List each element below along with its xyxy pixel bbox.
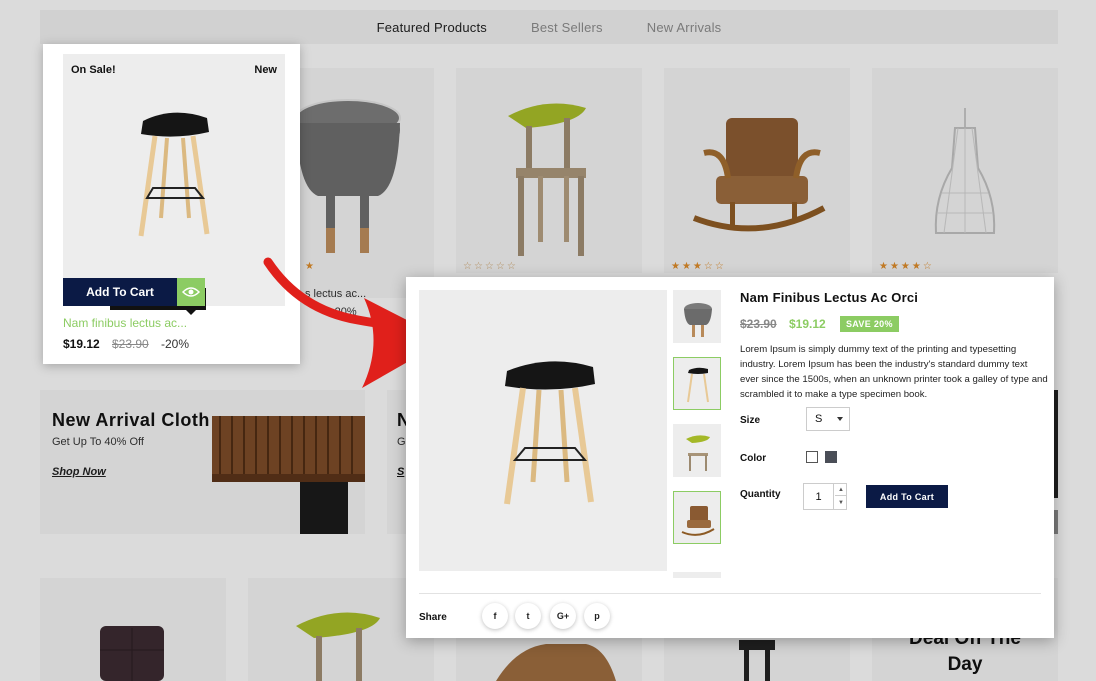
eye-icon: [182, 287, 200, 297]
product-old-price: $23.90: [112, 337, 149, 351]
share-label: Share: [419, 612, 447, 623]
bar-stool-large-image: [504, 361, 595, 505]
thumb-chair-image: [686, 435, 710, 471]
quantity-decrease-button[interactable]: ▼: [835, 497, 847, 509]
on-sale-badge: On Sale!: [71, 64, 116, 76]
size-select-value: S: [815, 413, 823, 425]
twitter-icon[interactable]: t: [515, 603, 541, 629]
quick-view-button[interactable]: [177, 278, 205, 306]
add-to-cart-button[interactable]: Add To Cart: [63, 278, 177, 306]
thumbnail-rocking-chair[interactable]: [673, 491, 721, 544]
thumbnail-bar-stool[interactable]: [673, 357, 721, 410]
modal-divider: [419, 593, 1041, 594]
product-discount: -20%: [161, 337, 190, 351]
thumb-stool-image: [684, 303, 712, 337]
product-name-link[interactable]: Nam finibus lectus ac...: [63, 316, 187, 330]
size-select[interactable]: S: [806, 407, 850, 431]
quantity-stepper: 1 ▲ ▼: [803, 483, 847, 510]
thumbnail-more[interactable]: [673, 572, 721, 578]
new-badge: New: [254, 64, 277, 76]
quantity-label: Quantity: [740, 489, 781, 500]
modal-old-price: $23.90: [740, 317, 777, 331]
color-swatch-white[interactable]: [806, 451, 818, 463]
size-label: Size: [740, 415, 761, 426]
modal-main-image: [419, 290, 667, 571]
chevron-up-icon: ▲: [838, 486, 844, 493]
quick-view-modal: Nam Finibus Lectus Ac Orci $23.90 $19.12…: [406, 277, 1054, 638]
thumbnail-stool[interactable]: [673, 290, 721, 343]
product-price: $19.12: [63, 337, 100, 351]
modal-product-title: Nam Finibus Lectus Ac Orci: [740, 290, 919, 305]
pinterest-icon[interactable]: p: [584, 603, 610, 629]
modal-add-to-cart-button[interactable]: Add To Cart: [866, 485, 948, 508]
thumb-rocking-chair-image: [681, 506, 715, 536]
google-plus-icon[interactable]: G+: [550, 603, 576, 629]
bar-stool-image: [138, 112, 210, 237]
quantity-increase-button[interactable]: ▲: [835, 484, 847, 496]
product-image[interactable]: On Sale! New: [63, 54, 285, 306]
modal-price: $19.12: [789, 317, 826, 331]
chevron-down-icon: [837, 417, 843, 421]
color-label: Color: [740, 453, 767, 464]
thumb-bar-stool-image: [687, 367, 709, 403]
facebook-icon[interactable]: f: [482, 603, 508, 629]
modal-description: Lorem Ipsum is simply dummy text of the …: [740, 344, 1048, 400]
color-swatch-dark-gray[interactable]: [825, 451, 837, 463]
chevron-down-icon: ▼: [838, 500, 844, 506]
thumbnail-chair[interactable]: [673, 424, 721, 477]
save-badge: SAVE 20%: [840, 316, 899, 332]
quantity-input[interactable]: 1: [804, 484, 834, 509]
